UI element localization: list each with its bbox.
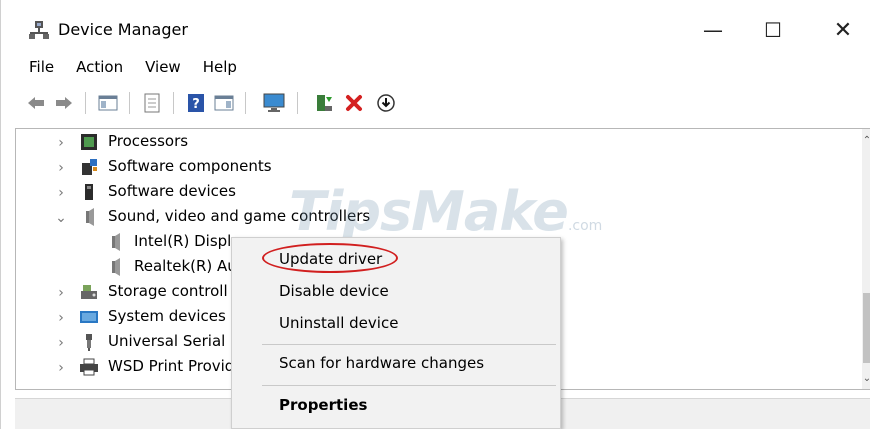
expand-chevron-icon[interactable]: ›	[54, 185, 68, 201]
help-icon[interactable]: ?	[185, 92, 207, 114]
tree-item-label: System devices	[108, 307, 226, 325]
monitor-icon[interactable]	[263, 92, 285, 114]
system-devices-icon	[80, 311, 98, 323]
title-bar: Device Manager — ☐ ✕	[1, 0, 870, 56]
action-pane-icon[interactable]	[213, 92, 235, 114]
update-driver-menu-item[interactable]: Update driver	[279, 250, 382, 268]
tree-item-label: WSD Print Provid	[108, 357, 235, 375]
window-title: Device Manager	[58, 20, 188, 39]
expand-chevron-icon[interactable]: ›	[54, 285, 68, 301]
expand-chevron-icon[interactable]: ›	[54, 360, 68, 376]
download-icon[interactable]	[375, 92, 397, 114]
scrollbar-thumb[interactable]	[863, 293, 870, 363]
tree-item-label: Sound, video and game controllers	[108, 207, 371, 225]
toolbar: ?	[1, 86, 870, 120]
show-hide-console-tree-icon[interactable]	[97, 92, 119, 114]
expand-chevron-icon[interactable]: ›	[54, 135, 68, 151]
tree-item-software-devices[interactable]: › Software devices	[16, 180, 856, 205]
maximize-button[interactable]: ☐	[753, 14, 793, 46]
usb-icon	[86, 334, 92, 351]
expand-chevron-icon[interactable]: ›	[54, 335, 68, 351]
menu-action[interactable]: Action	[76, 56, 123, 82]
processor-icon	[81, 134, 97, 150]
minimize-button[interactable]: —	[693, 14, 733, 46]
properties-icon[interactable]	[141, 92, 163, 114]
tree-item-label: Realtek(R) Au	[134, 257, 237, 275]
tree-item-label: Software devices	[108, 182, 236, 200]
tree-item-software-components[interactable]: › Software components	[16, 155, 856, 180]
menu-separator	[262, 385, 556, 386]
menu-bar: File Action View Help	[1, 56, 870, 82]
update-driver-icon[interactable]	[313, 92, 335, 114]
toolbar-separator	[297, 92, 298, 114]
tree-item-label: Processors	[108, 132, 189, 150]
disable-device-menu-item[interactable]: Disable device	[279, 282, 389, 300]
speaker-icon	[112, 233, 120, 251]
back-arrow-icon[interactable]	[25, 92, 47, 114]
scroll-down-arrow-icon[interactable]: ⌄	[862, 373, 870, 384]
expand-chevron-icon[interactable]: ›	[54, 160, 68, 176]
speaker-icon	[86, 208, 94, 226]
tree-item-label: Storage controll	[108, 282, 228, 300]
vertical-scrollbar[interactable]: ⌃ ⌄	[862, 129, 870, 389]
tree-item-label: Universal Serial E	[108, 332, 240, 350]
context-menu: Update driver Disable device Uninstall d…	[231, 237, 561, 429]
tree-item-label: Software components	[108, 157, 272, 175]
menu-separator	[262, 344, 556, 345]
software-components-icon	[82, 159, 97, 175]
menu-file[interactable]: File	[29, 56, 54, 82]
device-manager-icon	[29, 21, 49, 39]
menu-view[interactable]: View	[145, 56, 181, 82]
tree-item-label: Intel(R) Displ	[134, 232, 232, 250]
forward-arrow-icon[interactable]	[53, 92, 75, 114]
speaker-icon	[112, 258, 120, 276]
toolbar-separator	[245, 92, 246, 114]
tree-item-sound-video-game-controllers[interactable]: ⌄ Sound, video and game controllers	[16, 205, 856, 230]
scan-hardware-menu-item[interactable]: Scan for hardware changes	[279, 354, 484, 372]
tree-item-processors[interactable]: › Processors	[16, 130, 856, 155]
collapse-chevron-icon[interactable]: ⌄	[54, 210, 68, 226]
close-button[interactable]: ✕	[823, 14, 863, 46]
toolbar-separator	[85, 92, 86, 114]
toolbar-separator	[173, 92, 174, 114]
storage-icon	[81, 285, 97, 299]
uninstall-device-menu-item[interactable]: Uninstall device	[279, 314, 398, 332]
toolbar-separator	[129, 92, 130, 114]
device-manager-window: Device Manager — ☐ ✕ File Action View He…	[0, 0, 870, 429]
uninstall-icon[interactable]	[343, 92, 365, 114]
menu-help[interactable]: Help	[203, 56, 237, 82]
properties-menu-item[interactable]: Properties	[279, 396, 367, 414]
expand-chevron-icon[interactable]: ›	[54, 310, 68, 326]
printer-icon	[80, 358, 98, 376]
scroll-up-arrow-icon[interactable]: ⌃	[862, 135, 870, 146]
svg-text:?: ?	[192, 97, 200, 112]
software-devices-icon	[85, 184, 93, 200]
